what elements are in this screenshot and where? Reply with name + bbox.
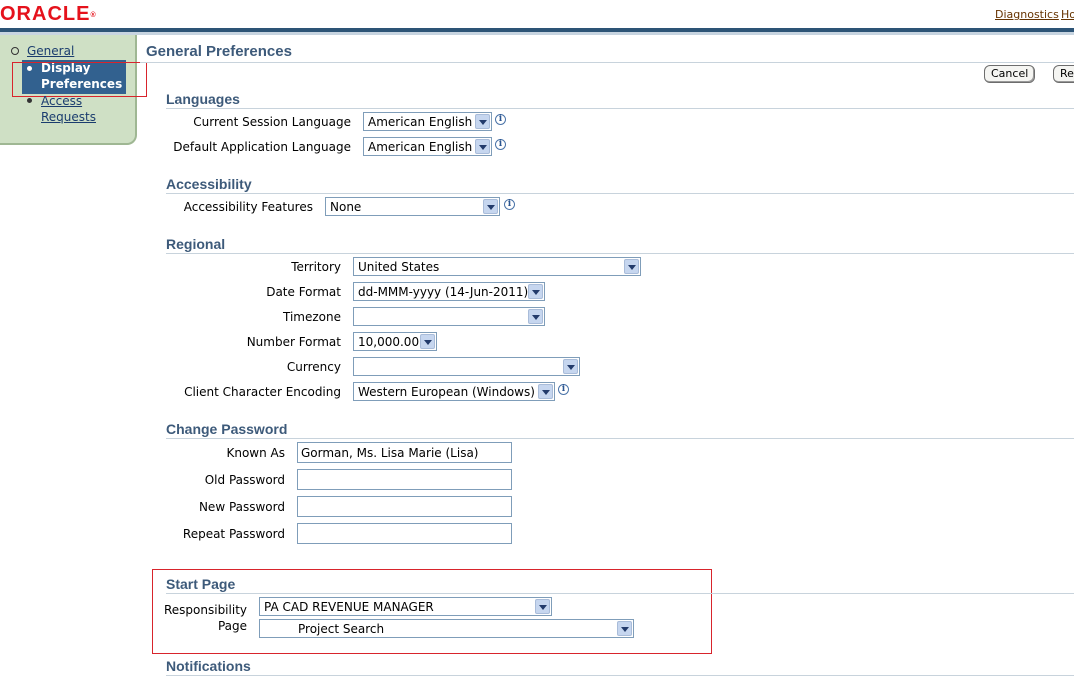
responsibility-value: PA CAD REVENUE MANAGER xyxy=(264,600,434,614)
chevron-down-icon[interactable] xyxy=(420,334,435,349)
apply-button[interactable]: Re xyxy=(1053,65,1074,83)
chevron-down-icon[interactable] xyxy=(624,259,639,274)
section-change-password-heading: Change Password xyxy=(166,421,288,437)
page-title: General Preferences xyxy=(146,43,292,60)
responsibility-select[interactable]: PA CAD REVENUE MANAGER xyxy=(259,597,552,616)
info-icon[interactable]: i xyxy=(558,384,569,395)
section-languages-heading: Languages xyxy=(166,91,240,107)
nav-item-access-requests-line2: Requests xyxy=(41,110,96,124)
section-start-page-heading: Start Page xyxy=(166,576,236,592)
repeat-password-field[interactable] xyxy=(297,523,512,544)
section-divider xyxy=(166,193,1074,194)
cancel-button[interactable]: Cancel xyxy=(984,65,1036,83)
known-as-value: Gorman, Ms. Lisa Marie (Lisa) xyxy=(301,446,479,460)
new-password-label: New Password xyxy=(198,500,285,514)
accessibility-features-value: None xyxy=(330,200,362,214)
chevron-down-icon[interactable] xyxy=(528,309,543,324)
page-value: Project Search xyxy=(298,622,385,636)
page-select[interactable]: Project Search xyxy=(259,619,634,638)
page-label: Page xyxy=(217,619,247,633)
nav-item-general[interactable]: General xyxy=(27,43,74,59)
section-divider xyxy=(166,108,1074,109)
chevron-down-icon[interactable] xyxy=(535,599,550,614)
responsibility-label: Responsibility xyxy=(163,603,247,617)
accessibility-features-select[interactable]: None xyxy=(325,197,500,216)
info-icon[interactable]: i xyxy=(504,199,515,210)
accessibility-features-label: Accessibility Features xyxy=(183,200,313,214)
default-application-language-label: Default Application Language xyxy=(173,140,351,154)
section-notifications-heading: Notifications xyxy=(166,658,251,674)
section-regional-heading: Regional xyxy=(166,236,226,252)
known-as-label: Known As xyxy=(226,446,285,460)
section-divider xyxy=(166,253,1074,254)
date-format-value: dd-MMM-yyyy (14-Jun-2011) xyxy=(358,285,529,299)
nav-bullet-icon xyxy=(27,98,32,103)
client-character-encoding-value: Western European (Windows) xyxy=(358,385,535,399)
current-session-language-value: American English xyxy=(368,115,473,129)
oracle-logo: ORACLE® xyxy=(0,3,96,25)
section-accessibility-heading: Accessibility xyxy=(166,176,252,192)
new-password-field[interactable] xyxy=(297,496,512,517)
client-character-encoding-label: Client Character Encoding xyxy=(184,385,341,399)
timezone-label: Timezone xyxy=(283,310,341,324)
info-icon[interactable]: i xyxy=(495,114,506,125)
number-format-select[interactable]: 10,000.00 xyxy=(353,332,437,351)
default-application-language-select[interactable]: American English xyxy=(363,137,492,156)
chevron-down-icon[interactable] xyxy=(617,621,632,636)
currency-select[interactable] xyxy=(353,357,580,376)
chevron-down-icon[interactable] xyxy=(528,284,543,299)
chevron-down-icon[interactable] xyxy=(475,139,490,154)
date-format-label: Date Format xyxy=(266,285,341,299)
territory-label: Territory xyxy=(291,260,341,274)
known-as-field[interactable]: Gorman, Ms. Lisa Marie (Lisa) xyxy=(297,442,512,463)
diagnostics-link[interactable]: Diagnostics xyxy=(995,8,1059,21)
section-divider xyxy=(166,593,1074,594)
home-link[interactable]: Ho xyxy=(1061,8,1074,21)
section-divider xyxy=(166,438,1074,439)
default-application-language-value: American English xyxy=(368,140,473,154)
number-format-label: Number Format xyxy=(246,335,341,349)
old-password-label: Old Password xyxy=(204,473,285,487)
current-session-language-select[interactable]: American English xyxy=(363,112,492,131)
date-format-select[interactable]: dd-MMM-yyyy (14-Jun-2011) xyxy=(353,282,545,301)
section-divider xyxy=(166,675,1074,676)
page-title-divider xyxy=(140,62,1074,63)
territory-select[interactable]: United States xyxy=(353,257,641,276)
current-session-language-label: Current Session Language xyxy=(193,115,351,129)
chevron-down-icon[interactable] xyxy=(563,359,578,374)
nav-bullet-open-icon xyxy=(11,47,19,55)
chevron-down-icon[interactable] xyxy=(538,384,553,399)
header-bar-shadow xyxy=(0,32,1074,35)
number-format-value: 10,000.00 xyxy=(358,335,420,349)
nav-item-access-requests[interactable]: Access Requests xyxy=(41,93,96,125)
highlight-box-display-preferences xyxy=(12,62,147,97)
nav-item-access-requests-line1: Access xyxy=(41,94,83,108)
client-character-encoding-select[interactable]: Western European (Windows) xyxy=(353,382,555,401)
territory-value: United States xyxy=(358,260,440,274)
chevron-down-icon[interactable] xyxy=(475,114,490,129)
old-password-field[interactable] xyxy=(297,469,512,490)
timezone-select[interactable] xyxy=(353,307,545,326)
info-icon[interactable]: i xyxy=(495,139,506,150)
currency-label: Currency xyxy=(286,360,341,374)
chevron-down-icon[interactable] xyxy=(483,199,498,214)
repeat-password-label: Repeat Password xyxy=(182,527,285,541)
